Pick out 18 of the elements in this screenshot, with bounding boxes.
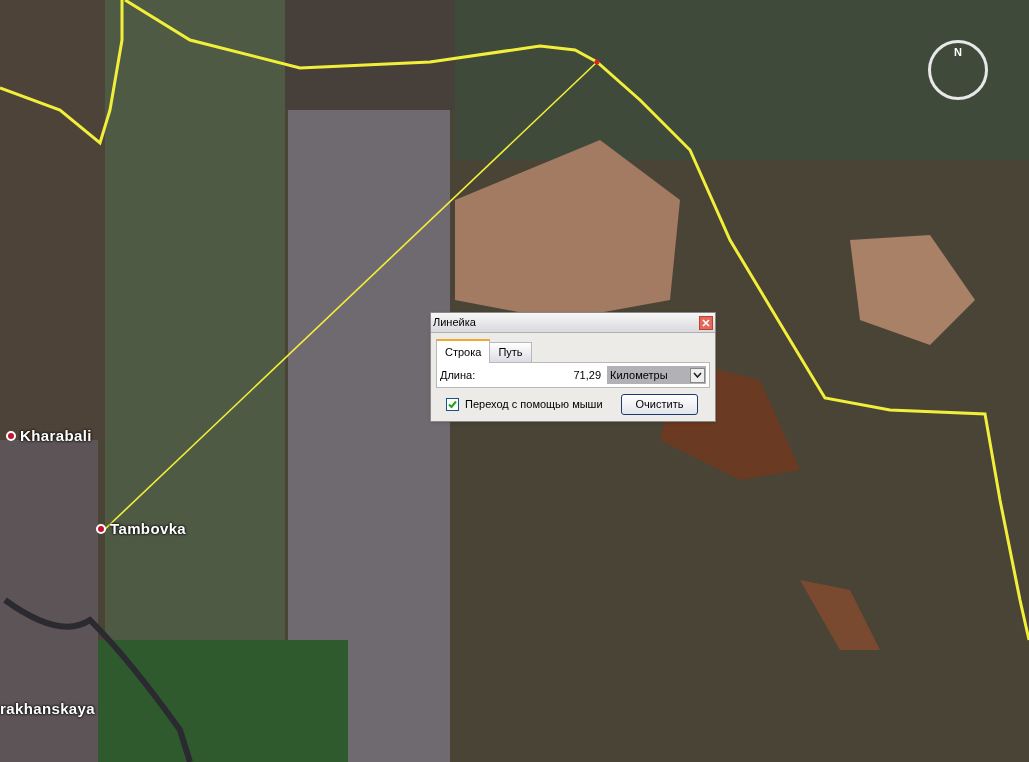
place-label: Kharabali — [20, 426, 92, 446]
dropdown-caret-icon — [690, 367, 705, 383]
length-label: Длина: — [440, 367, 477, 383]
tab[interactable]: Путь — [489, 342, 532, 363]
unit-dropdown[interactable]: Километры — [607, 366, 706, 384]
place-label: rakhanskaya — [0, 699, 96, 719]
tab[interactable]: Строка — [436, 339, 491, 363]
place-label: Tambovka — [110, 519, 187, 539]
dialog-title: Линейка — [433, 315, 476, 331]
place-marker-icon[interactable] — [6, 431, 16, 442]
compass-north-label: N — [954, 47, 962, 58]
compass-icon[interactable]: N — [928, 40, 988, 100]
length-value: 71,29 — [573, 367, 601, 383]
close-icon[interactable] — [699, 315, 713, 330]
clear-button[interactable]: Очистить — [621, 394, 698, 415]
place-marker-icon[interactable] — [96, 524, 106, 535]
checkbox-label: Переход с помощью мыши — [465, 397, 603, 413]
mouse-navigation-checkbox[interactable] — [446, 398, 459, 411]
